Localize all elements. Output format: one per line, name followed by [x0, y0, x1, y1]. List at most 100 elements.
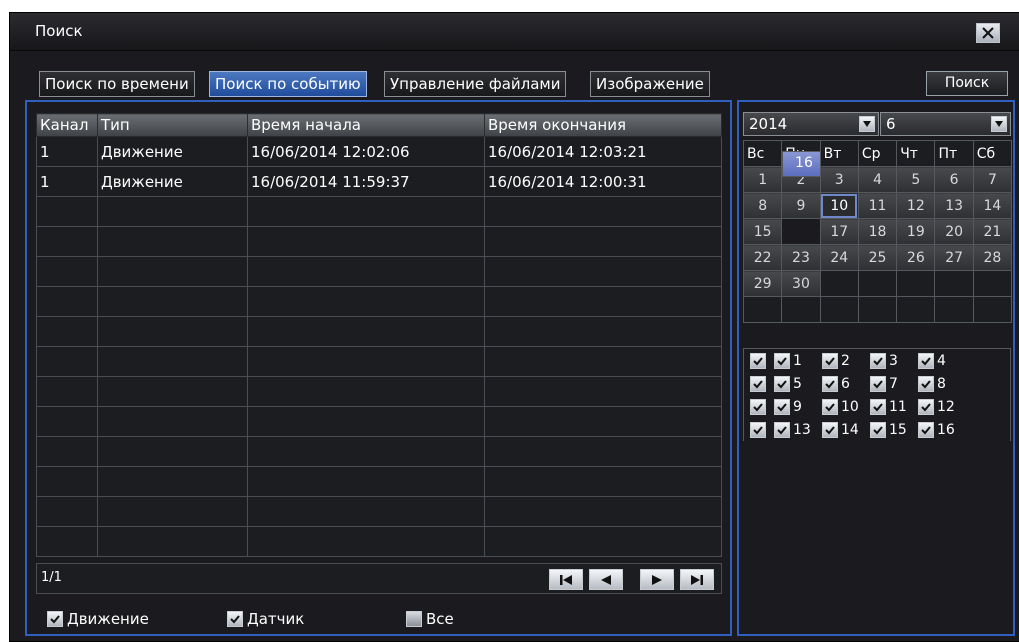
calendar-day[interactable]: 21: [972, 218, 1013, 245]
channel-checkbox[interactable]: [822, 398, 838, 415]
channel-checkbox-item[interactable]: 8: [918, 375, 966, 392]
table-row[interactable]: [36, 316, 722, 347]
calendar-day[interactable]: 22: [742, 244, 783, 271]
channel-checkbox-item[interactable]: 1: [774, 352, 822, 369]
row-select-checkbox[interactable]: [749, 398, 766, 415]
channel-checkbox[interactable]: [918, 375, 934, 392]
calendar-day[interactable]: 16: [782, 150, 821, 177]
table-row[interactable]: [36, 436, 722, 467]
filter-sensor[interactable]: Датчик: [227, 610, 304, 628]
filter-motion-checkbox[interactable]: [47, 611, 63, 627]
calendar-day[interactable]: 18: [857, 218, 898, 245]
year-select[interactable]: 2014: [743, 112, 879, 136]
calendar-day[interactable]: 4: [857, 166, 898, 193]
channel-checkbox-item[interactable]: 9: [774, 398, 822, 415]
calendar-day[interactable]: 12: [896, 192, 936, 219]
calendar-day[interactable]: 9: [781, 192, 821, 219]
calendar-day[interactable]: 13: [934, 192, 974, 219]
calendar-day[interactable]: 25: [857, 244, 898, 271]
channel-checkbox[interactable]: [774, 352, 790, 369]
channel-checkbox[interactable]: [870, 421, 886, 438]
calendar-day[interactable]: 24: [819, 244, 859, 271]
channel-checkbox[interactable]: [870, 398, 886, 415]
table-row[interactable]: [36, 346, 722, 377]
row-select-checkbox[interactable]: [749, 352, 766, 369]
table-row[interactable]: [36, 466, 722, 497]
channel-checkbox[interactable]: [870, 352, 886, 369]
table-row[interactable]: [36, 196, 722, 227]
channel-checkbox-item[interactable]: 5: [774, 375, 822, 392]
calendar-day[interactable]: 7: [972, 166, 1013, 193]
calendar-day[interactable]: 26: [896, 244, 936, 271]
calendar-day[interactable]: 10: [819, 192, 859, 219]
calendar-day[interactable]: 1: [742, 166, 783, 193]
channel-checkbox-item[interactable]: 10: [822, 398, 870, 415]
filter-sensor-checkbox[interactable]: [227, 611, 243, 627]
channel-checkbox[interactable]: [774, 421, 790, 438]
channel-row-select-all[interactable]: [744, 352, 774, 369]
channel-checkbox-item[interactable]: 2: [822, 352, 870, 369]
calendar-day[interactable]: 8: [742, 192, 783, 219]
filter-all-checkbox[interactable]: [406, 611, 422, 627]
table-row[interactable]: [36, 256, 722, 287]
calendar-day[interactable]: 23: [781, 244, 821, 271]
column-header-type[interactable]: Тип: [97, 113, 248, 137]
last-page-button[interactable]: [680, 569, 714, 590]
channel-checkbox-item[interactable]: 11: [870, 398, 918, 415]
channel-checkbox[interactable]: [918, 421, 934, 438]
channel-checkbox[interactable]: [918, 398, 934, 415]
calendar-day[interactable]: 6: [934, 166, 974, 193]
calendar-day[interactable]: 28: [972, 244, 1013, 271]
channel-checkbox-item[interactable]: 14: [822, 421, 870, 438]
channel-checkbox-item[interactable]: 16: [918, 421, 966, 438]
calendar-day[interactable]: 27: [934, 244, 974, 271]
tab-image[interactable]: Изображение: [590, 71, 710, 97]
calendar-day[interactable]: 14: [972, 192, 1013, 219]
calendar-day[interactable]: 17: [819, 218, 859, 245]
tab-time-search[interactable]: Поиск по времени: [39, 71, 195, 97]
calendar-day[interactable]: 11: [857, 192, 898, 219]
channel-checkbox-item[interactable]: 4: [918, 352, 966, 369]
channel-checkbox-item[interactable]: 13: [774, 421, 822, 438]
channel-checkbox[interactable]: [822, 352, 838, 369]
tab-file-management[interactable]: Управление файлами: [384, 71, 567, 97]
row-select-checkbox[interactable]: [749, 421, 766, 438]
close-button[interactable]: [976, 23, 1000, 43]
table-row[interactable]: [36, 526, 722, 557]
table-row[interactable]: [36, 496, 722, 527]
column-header-start-time[interactable]: Время начала: [247, 113, 485, 137]
filter-all[interactable]: Все: [406, 610, 454, 628]
calendar-day[interactable]: 3: [819, 166, 859, 193]
previous-page-button[interactable]: [589, 569, 623, 590]
channel-checkbox-item[interactable]: 6: [822, 375, 870, 392]
calendar-day[interactable]: 5: [896, 166, 936, 193]
channel-row-select-all[interactable]: [744, 398, 774, 415]
table-row[interactable]: 1 Движение 16/06/2014 12:02:06 16/06/2014 1…: [36, 136, 722, 167]
calendar-day[interactable]: 29: [742, 270, 783, 297]
channel-checkbox[interactable]: [822, 375, 838, 392]
first-page-button[interactable]: [549, 569, 583, 590]
channel-checkbox-item[interactable]: 3: [870, 352, 918, 369]
calendar-day[interactable]: 30: [781, 270, 821, 297]
channel-checkbox-item[interactable]: 12: [918, 398, 966, 415]
channel-row-select-all[interactable]: [744, 375, 774, 392]
year-dropdown-arrow[interactable]: [859, 116, 875, 132]
column-header-channel[interactable]: Канал: [36, 113, 98, 137]
channel-checkbox-item[interactable]: 15: [870, 421, 918, 438]
channel-checkbox[interactable]: [774, 398, 790, 415]
row-select-checkbox[interactable]: [749, 375, 766, 392]
table-row[interactable]: 1 Движение 16/06/2014 11:59:37 16/06/2014 1…: [36, 166, 722, 197]
calendar-day[interactable]: 20: [934, 218, 974, 245]
tab-event-search[interactable]: Поиск по событию: [209, 71, 367, 97]
channel-checkbox[interactable]: [870, 375, 886, 392]
table-row[interactable]: [36, 286, 722, 317]
calendar-day[interactable]: 15: [742, 218, 783, 245]
next-page-button[interactable]: [640, 569, 674, 590]
month-dropdown-arrow[interactable]: [991, 116, 1007, 132]
channel-row-select-all[interactable]: [744, 421, 774, 438]
table-row[interactable]: [36, 376, 722, 407]
month-select[interactable]: 6: [880, 112, 1011, 136]
column-header-end-time[interactable]: Время окончания: [484, 113, 722, 137]
channel-checkbox[interactable]: [774, 375, 790, 392]
channel-checkbox[interactable]: [918, 352, 934, 369]
